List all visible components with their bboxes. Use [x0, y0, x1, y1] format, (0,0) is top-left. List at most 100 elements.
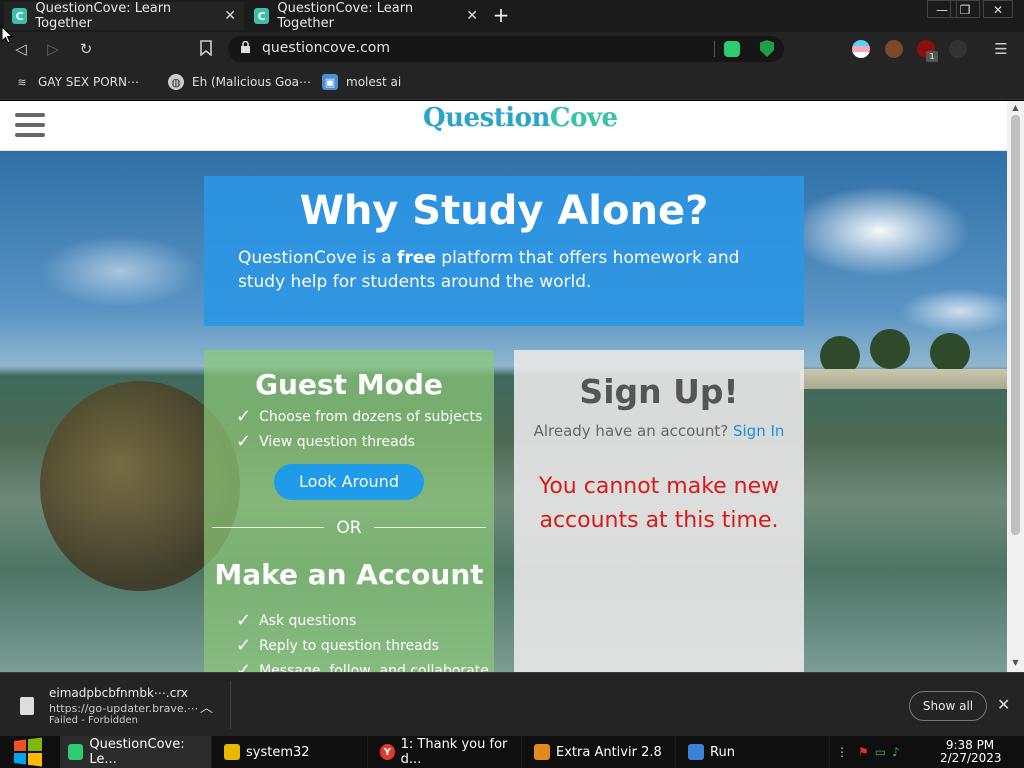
bookmark-icon[interactable] [197, 40, 215, 58]
close-window-button[interactable]: ✕ [983, 0, 1013, 18]
checkmark-icon: ✓ [236, 635, 252, 656]
forward-icon[interactable]: ▷ [44, 40, 62, 58]
checkmark-icon: ✓ [236, 406, 252, 427]
system-tray: ⋮ ⚑ ▭ ♪ [830, 736, 900, 768]
sign-in-link[interactable]: Sign In [733, 422, 784, 440]
taskbar-item-questioncove[interactable]: QuestionCove: Le... [60, 736, 212, 768]
web-page: QuestionCove Why Study Alone? QuestionCo… [0, 101, 1007, 672]
guest-mode-title: Guest Mode [255, 368, 443, 401]
checkmark-icon: ✓ [236, 660, 252, 672]
shield-extension-icon[interactable] [760, 40, 774, 57]
taskbar-item-yandex[interactable]: Y 1: Thank you for d... [372, 736, 522, 768]
logo-text-question: Question [423, 103, 550, 133]
look-around-button[interactable]: Look Around [274, 464, 424, 500]
site-header: QuestionCove [0, 101, 1007, 151]
checkmark-icon: ✓ [236, 610, 252, 631]
page-scrollbar[interactable]: ▲ ▼ [1007, 101, 1024, 672]
chevron-up-icon[interactable]: ︿ [200, 697, 213, 716]
run-dialog-icon [688, 744, 704, 760]
browser-tab-2[interactable]: C QuestionCove: Learn Together ✕ [246, 1, 486, 31]
feature-item: ✓ Choose from dozens of subjects [236, 406, 483, 427]
download-bar: eimadpbcbfnmbk⋯.crx https://go-updater.b… [0, 672, 1024, 736]
signup-error-message: You cannot make new accounts at this tim… [538, 474, 780, 533]
reload-icon[interactable]: ↻ [77, 40, 95, 58]
close-icon[interactable]: ✕ [997, 695, 1010, 714]
tree-decoration [930, 333, 970, 373]
tab-title: QuestionCove: Learn Together [277, 1, 414, 31]
feature-item: ✓ Message, follow, and collaborate [236, 660, 489, 672]
sign-in-prompt: Already have an account? Sign In [514, 422, 804, 440]
feature-item: ✓ Ask questions [236, 610, 357, 631]
download-filename[interactable]: eimadpbcbfnmbk⋯.crx [49, 686, 188, 700]
hamburger-menu-icon[interactable] [15, 113, 45, 137]
guest-mode-panel: Guest Mode ✓ Choose from dozens of subjec… [204, 350, 494, 672]
windows-taskbar: QuestionCove: Le... system32 Y 1: Thank … [0, 736, 1024, 768]
network-icon[interactable]: ▭ [875, 745, 886, 759]
new-tab-button[interactable]: + [490, 4, 512, 26]
show-all-button[interactable]: Show all [909, 691, 987, 721]
scrollbar-thumb[interactable] [1011, 115, 1020, 535]
pride-flag-extension-icon[interactable] [852, 40, 870, 58]
bookmark-label: GAY SEX PORN⋯ [38, 75, 139, 89]
flag-icon[interactable]: ⚑ [858, 745, 869, 759]
yandex-browser-icon: Y [380, 744, 395, 760]
address-bar[interactable]: questioncove.com [228, 36, 784, 62]
image-icon: ▣ [322, 74, 338, 90]
tree-decoration [870, 329, 910, 369]
make-account-title: Make an Account [214, 558, 484, 591]
or-divider: OR [212, 518, 486, 538]
brave-grammarly-icon [68, 744, 84, 760]
globe-icon: ◍ [168, 74, 184, 90]
or-label: OR [336, 518, 362, 538]
scroll-up-icon[interactable]: ▲ [1007, 103, 1024, 112]
bookmarks-bar: ≋ GAY SEX PORN⋯ ◍ Eh (Malicious Goa⋯ ▣ m… [0, 66, 1024, 100]
bookmark-label: Eh (Malicious Goa⋯ [192, 75, 311, 89]
browser-tab-1[interactable]: C QuestionCove: Learn Together ✕ [4, 1, 244, 31]
taskbar-clock[interactable]: 9:38 PM 2/27/2023 [940, 739, 1002, 765]
taskbar-item-system32[interactable]: system32 [216, 736, 368, 768]
mouse-cursor-icon [1, 25, 14, 48]
bookmark-label: molest ai [346, 75, 402, 89]
download-separator [230, 681, 231, 729]
bookmark-item[interactable]: ◍ Eh (Malicious Goa⋯ [168, 74, 311, 90]
hero-title: Why Study Alone? [299, 188, 709, 234]
hero-banner: Why Study Alone? QuestionCove is a free … [204, 176, 804, 326]
grammarly-extension-icon[interactable] [724, 41, 740, 57]
maximize-button[interactable]: ❐ [950, 0, 980, 18]
tab-bar: C QuestionCove: Learn Together ✕ C Quest… [0, 0, 1024, 32]
clock-date: 2/27/2023 [940, 751, 1002, 765]
file-icon [20, 697, 34, 715]
download-status: Failed - Forbidden [49, 715, 138, 726]
volume-icon[interactable]: ♪ [892, 745, 900, 759]
download-url: https://go-updater.brave.⋯ [49, 702, 199, 715]
sign-up-title: Sign Up! [579, 372, 739, 411]
tray-overflow-icon[interactable]: ⋮ [836, 745, 848, 759]
folder-icon [224, 744, 240, 760]
scroll-down-icon[interactable]: ▼ [1007, 658, 1024, 667]
questioncove-favicon-icon: C [12, 8, 28, 24]
taskbar-item-run[interactable]: Run [680, 736, 830, 768]
taskbar-item-antivirus[interactable]: Extra Antivir 2.8 [526, 736, 676, 768]
stack-icon: ≋ [17, 75, 27, 89]
tab-title: QuestionCove: Learn Together [35, 1, 172, 31]
logo-text-cove: Cove [549, 103, 618, 133]
address-separator [714, 41, 715, 57]
bookmark-item[interactable]: ▣ molest ai [322, 74, 401, 90]
hero-description: QuestionCove is a free platform that off… [238, 248, 740, 292]
hero-background: Why Study Alone? QuestionCove is a free … [0, 151, 1007, 672]
start-button[interactable] [0, 736, 56, 768]
close-tab-icon[interactable]: ✕ [224, 8, 236, 24]
sign-in-prompt-text: Already have an account? [533, 422, 729, 440]
bookmark-item[interactable]: ≋ GAY SEX PORN⋯ [14, 74, 139, 90]
close-tab-icon[interactable]: ✕ [466, 8, 478, 24]
antivirus-icon [534, 744, 550, 760]
extension-icon[interactable] [949, 40, 967, 58]
windows-logo-icon [14, 737, 42, 767]
back-icon[interactable]: ◁ [12, 40, 30, 58]
extension-badge: 1 [926, 51, 938, 62]
questioncove-logo[interactable]: QuestionCove [423, 103, 618, 133]
avatar-extension-icon[interactable] [885, 40, 903, 58]
menu-icon[interactable]: ☰ [992, 40, 1010, 58]
navigation-bar: ◁ ▷ ↻ questioncove.com 1 ☰ [0, 32, 1024, 66]
feature-item: ✓ View question threads [236, 431, 415, 452]
